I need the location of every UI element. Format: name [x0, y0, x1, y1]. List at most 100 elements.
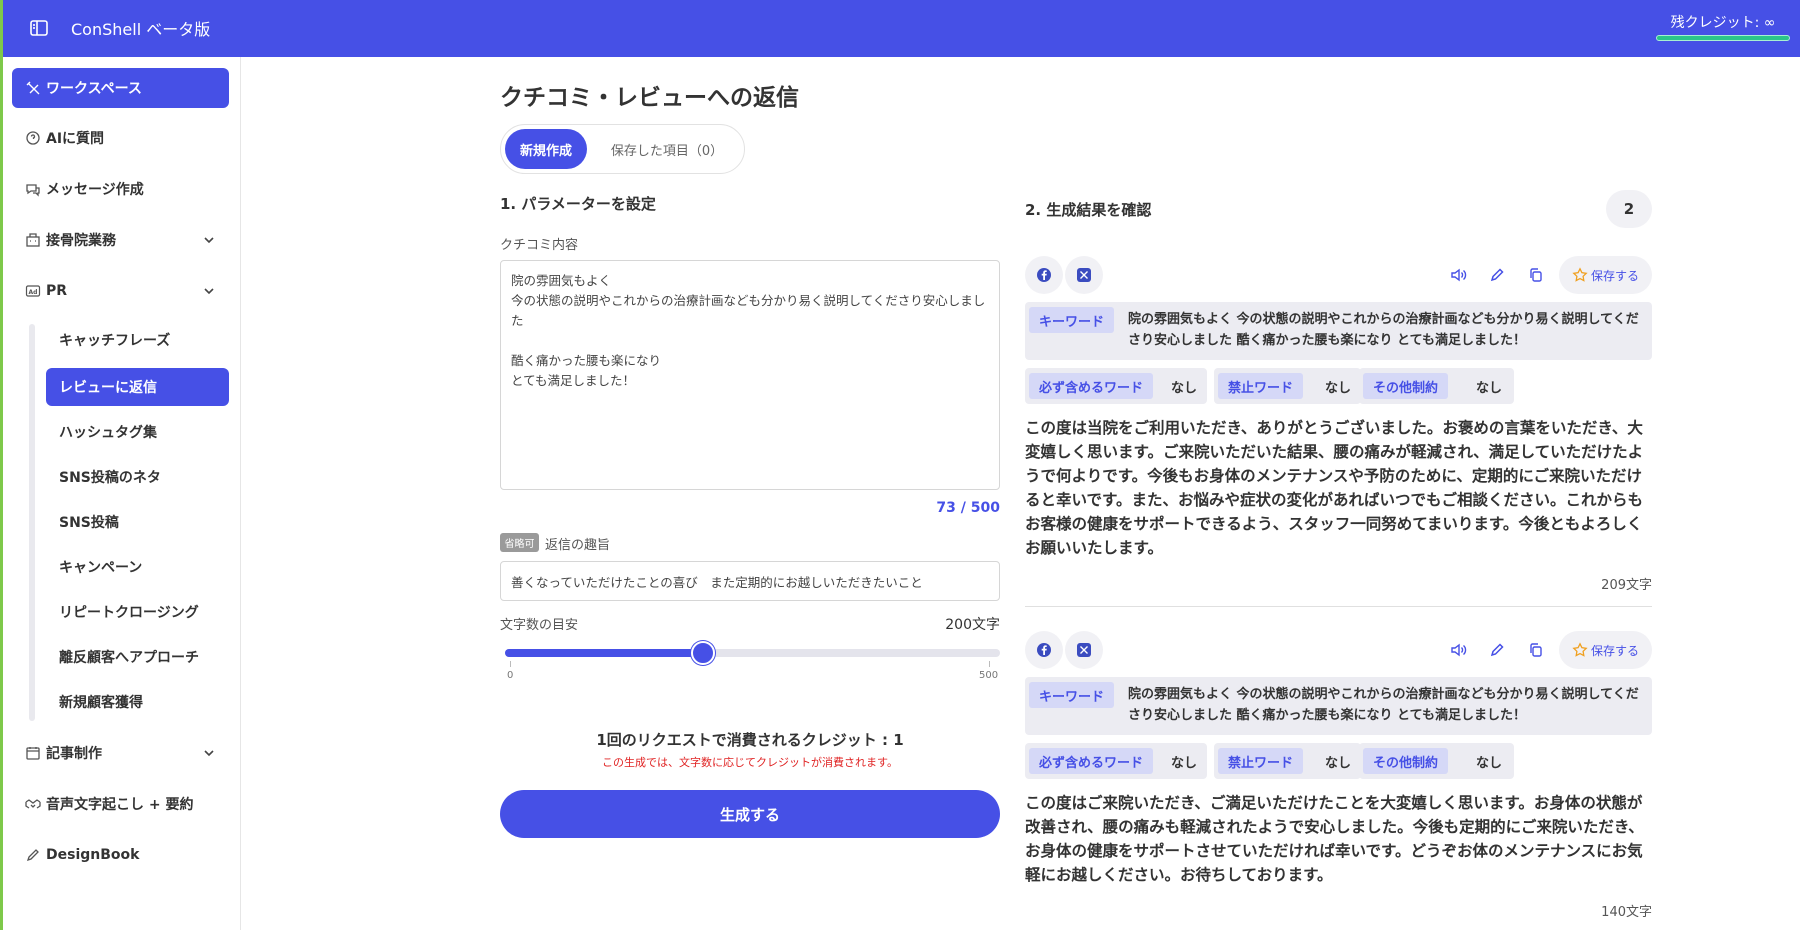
- tab-saved[interactable]: 保存した項目（0）: [597, 129, 737, 169]
- slider-tick-min: [510, 661, 511, 667]
- sidebar-item-clinic-work[interactable]: 接骨院業務: [12, 220, 229, 260]
- result-divider: [1025, 606, 1652, 607]
- slider-max-label: 500: [979, 670, 999, 681]
- keyword-text: 院の雰囲気もよく 今の状態の説明やこれからの治療計画なども分かり易く説明してくだ…: [1128, 312, 1639, 348]
- must-include-box: 必ず含めるワード なし: [1025, 743, 1207, 779]
- must-include-value: なし: [1171, 756, 1198, 771]
- facebook-icon: [1037, 268, 1051, 282]
- must-include-box: 必ず含めるワード なし: [1025, 368, 1207, 404]
- must-include-value: なし: [1171, 381, 1198, 396]
- facebook-share-button[interactable]: [1025, 631, 1063, 669]
- other-constraints-value: なし: [1476, 756, 1503, 771]
- forbidden-box: 禁止ワード なし: [1214, 368, 1361, 404]
- speaker-icon[interactable]: [1449, 641, 1467, 659]
- intent-label: 返信の趣旨: [545, 538, 611, 553]
- params-title: 1. パラメーターを設定: [500, 195, 656, 213]
- x-share-button[interactable]: [1065, 631, 1103, 669]
- credit-balance: 残クレジット: ∞: [1670, 15, 1776, 31]
- sidebar-subitem-sns-post[interactable]: SNS投稿: [46, 503, 229, 541]
- sidebar-item-workspace[interactable]: ワークスペース: [12, 68, 229, 108]
- speaker-icon[interactable]: [1449, 266, 1467, 284]
- sidebar-subitem-campaign[interactable]: キャンペーン: [46, 548, 229, 586]
- intent-input[interactable]: 善くなっていただけたことの喜び また定期的にお越しいただきたいこと: [500, 561, 1000, 601]
- sidebar-subitem-hashtags[interactable]: ハッシュタグ集: [46, 413, 229, 451]
- sidebar-item-label: メッセージ作成: [46, 182, 144, 198]
- slider-thumb[interactable]: [691, 641, 715, 665]
- other-constraints-box: その他制約 なし: [1359, 368, 1514, 404]
- save-label: 保存する: [1590, 643, 1639, 658]
- keyword-tag: キーワード: [1029, 307, 1115, 333]
- result-text: この度は当院をご利用いただき、ありがとうございました。お褒めの言葉をいただき、大…: [1025, 419, 1644, 557]
- sidebar-subitem-sns-ideas[interactable]: SNS投稿のネタ: [46, 458, 229, 496]
- forbidden-value: なし: [1325, 756, 1352, 771]
- sidebar-item-articles[interactable]: 記事制作: [12, 733, 229, 773]
- sidebar-subitem-repeat-closing[interactable]: リピートクロージング: [46, 593, 229, 631]
- keyword-box: キーワード 院の雰囲気もよく 今の状態の説明やこれからの治療計画なども分かり易く…: [1025, 677, 1652, 735]
- save-result-button[interactable]: 保存する: [1559, 256, 1652, 294]
- star-icon: [1572, 267, 1588, 282]
- copy-icon[interactable]: [1527, 266, 1545, 284]
- sidebar-item-label: 接骨院業務: [46, 233, 116, 249]
- sidebar-subitem-new-customers[interactable]: 新規顧客獲得: [46, 683, 229, 721]
- x-icon: [1077, 268, 1091, 282]
- review-label: クチコミ内容: [500, 238, 579, 253]
- copy-icon[interactable]: [1527, 641, 1545, 659]
- facebook-icon: [1037, 643, 1051, 657]
- sidebar-item-label: AIに質問: [46, 131, 105, 147]
- sidebar-item-pr[interactable]: Ad PR: [12, 271, 229, 311]
- optional-badge: 省略可: [500, 533, 539, 552]
- slider-fill: [505, 649, 703, 657]
- submenu-rail: [29, 324, 35, 721]
- result-char-count: 209文字: [1601, 578, 1652, 593]
- chevron-down-icon[interactable]: [201, 232, 217, 248]
- chevron-down-icon[interactable]: [201, 283, 217, 299]
- credit-warning: この生成では、文字数に応じてクレジットが消費されます。: [602, 756, 898, 769]
- app-title: ConShell ベータ版: [71, 20, 211, 39]
- calendar-icon: [24, 744, 42, 762]
- facebook-share-button[interactable]: [1025, 256, 1063, 294]
- other-constraints-value: なし: [1476, 381, 1503, 396]
- sidebar-item-label: PR: [46, 283, 68, 299]
- tab-group: 新規作成 保存した項目（0）: [500, 124, 745, 174]
- tab-new[interactable]: 新規作成: [505, 129, 587, 169]
- tools-icon: [24, 79, 42, 97]
- chat-icon: [24, 180, 42, 198]
- must-include-tag: 必ず含めるワード: [1029, 373, 1154, 399]
- other-constraints-tag: その他制約: [1363, 373, 1449, 399]
- credit-bar: [1656, 35, 1790, 41]
- keyword-tag: キーワード: [1029, 682, 1115, 708]
- star-icon: [1572, 642, 1588, 657]
- forbidden-tag: 禁止ワード: [1218, 373, 1304, 399]
- forbidden-value: なし: [1325, 381, 1352, 396]
- sidebar-item-transcription[interactable]: 音声文字起こし + 要約: [12, 784, 229, 824]
- forbidden-box: 禁止ワード なし: [1214, 743, 1361, 779]
- credit-cost-note: 1回のリクエストで消費されるクレジット : 1: [596, 731, 904, 749]
- sidebar-toggle-icon[interactable]: [27, 16, 51, 40]
- pencil-icon: [24, 846, 42, 864]
- review-char-counter: 73 / 500: [936, 500, 1000, 516]
- sidebar-item-label: DesignBook: [46, 847, 140, 863]
- review-textarea[interactable]: 院の雰囲気もよく 今の状態の説明やこれからの治療計画なども分かり易く説明してくだ…: [500, 260, 1000, 490]
- sidebar: ワークスペース AIに質問 メッセージ作成 接骨院業務 Ad PR キャッチフレ…: [3, 57, 241, 930]
- question-bubble-icon: [24, 129, 42, 147]
- chevron-down-icon[interactable]: [201, 745, 217, 761]
- length-value: 200文字: [945, 617, 1000, 633]
- x-share-button[interactable]: [1065, 256, 1103, 294]
- slider-min-label: 0: [507, 670, 514, 681]
- save-result-button[interactable]: 保存する: [1559, 631, 1652, 669]
- edit-icon[interactable]: [1488, 266, 1506, 284]
- result-char-count: 140文字: [1601, 905, 1652, 920]
- length-label: 文字数の目安: [500, 618, 579, 633]
- results-title: 2. 生成結果を確認: [1025, 201, 1152, 219]
- sidebar-subitem-churn-approach[interactable]: 離反顧客へアプローチ: [46, 638, 229, 676]
- sidebar-item-designbook[interactable]: DesignBook: [12, 835, 229, 875]
- generate-button[interactable]: 生成する: [500, 790, 1000, 838]
- keyword-text: 院の雰囲気もよく 今の状態の説明やこれからの治療計画なども分かり易く説明してくだ…: [1128, 687, 1639, 723]
- edit-icon[interactable]: [1488, 641, 1506, 659]
- save-label: 保存する: [1590, 268, 1639, 283]
- sidebar-subitem-review-reply[interactable]: レビューに返信: [46, 368, 229, 406]
- sidebar-item-ask-ai[interactable]: AIに質問: [12, 118, 229, 158]
- sidebar-subitem-catchphrase[interactable]: キャッチフレーズ: [46, 321, 229, 359]
- sidebar-item-message[interactable]: メッセージ作成: [12, 169, 229, 209]
- length-slider[interactable]: [505, 641, 1000, 665]
